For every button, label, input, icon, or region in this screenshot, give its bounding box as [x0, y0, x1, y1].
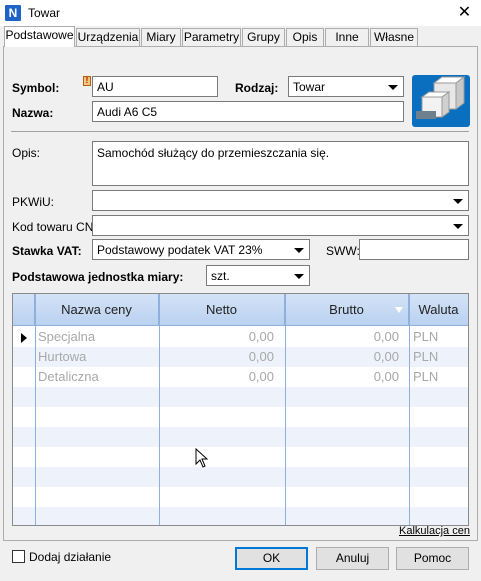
nazwa-label: Nazwa: [12, 106, 54, 120]
cell-brutto: 0,00 [373, 329, 399, 344]
cell-name: Hurtowa [38, 349, 87, 364]
product-boxes-icon [416, 76, 466, 119]
empty-row [13, 387, 468, 407]
col-header-waluta[interactable]: Waluta [409, 294, 468, 326]
pkwiu-label: PKWiU: [12, 195, 54, 209]
filter-icon[interactable] [395, 307, 403, 313]
chevron-down-icon [453, 224, 463, 229]
tab-miary[interactable]: Miary [141, 28, 181, 46]
unit-label: Podstawowa jednostka miary: [12, 270, 184, 284]
col-header-brutto[interactable]: Brutto [285, 294, 409, 326]
empty-row [13, 407, 468, 427]
cell-netto: 0,00 [248, 369, 274, 384]
column-divider [35, 294, 36, 525]
tab-inne[interactable]: Inne [325, 28, 369, 46]
separator [11, 131, 469, 132]
kalkulacja-cen-link[interactable]: Kalkulacja cen [399, 525, 470, 537]
window-title: Towar [28, 6, 61, 20]
tab-wlasne[interactable]: Własne [370, 28, 418, 46]
nazwa-input[interactable]: Audi A6 C5 [92, 101, 404, 122]
opis-textarea[interactable]: Samochód służący do przemieszczania się. [92, 141, 469, 186]
unit-select-value: szt. [211, 269, 230, 283]
cell-name: Specjalna [38, 329, 96, 344]
cell-currency: PLN [413, 329, 439, 344]
sww-label: SWW: [326, 244, 360, 258]
tab-parametry[interactable]: Parametry [182, 28, 241, 46]
cell-netto: 0,00 [248, 349, 274, 364]
cancel-button[interactable]: Anuluj [316, 547, 389, 570]
symbol-label: Symbol: [12, 81, 60, 95]
table-row[interactable]: Hurtowa 0,00 0,00 PLN [13, 347, 468, 367]
col-header-nazwa[interactable]: Nazwa ceny [35, 294, 159, 326]
tab-opis[interactable]: Opis [286, 28, 324, 46]
col-header-netto[interactable]: Netto [159, 294, 285, 326]
cell-name: Detaliczna [38, 369, 99, 384]
column-divider [285, 294, 286, 525]
empty-row [13, 467, 468, 487]
empty-row [13, 507, 468, 525]
symbol-input[interactable]: AU [92, 76, 218, 97]
table-row[interactable]: Detaliczna 0,00 0,00 PLN [13, 367, 468, 387]
cell-currency: PLN [413, 369, 439, 384]
empty-row [13, 487, 468, 507]
cell-netto: 0,00 [248, 329, 274, 344]
add-action-checkbox[interactable] [12, 550, 25, 563]
grid-header: Nazwa ceny Netto Brutto Waluta [13, 294, 468, 326]
chevron-down-icon [294, 274, 304, 279]
cell-brutto: 0,00 [373, 369, 399, 384]
mouse-cursor-icon [195, 448, 209, 468]
rodzaj-select[interactable]: Towar [288, 76, 404, 97]
empty-row [13, 447, 468, 467]
app-logo-icon: N [5, 5, 21, 21]
vat-select-value: Podstawowy podatek VAT 23% [97, 243, 263, 257]
tab-grupy[interactable]: Grupy [242, 28, 285, 46]
ok-button[interactable]: OK [235, 547, 308, 570]
empty-row [13, 427, 468, 447]
add-action-label[interactable]: Dodaj działanie [29, 550, 111, 564]
title-bar: N Towar ✕ [0, 0, 481, 26]
table-row[interactable]: Specjalna 0,00 0,00 PLN [13, 327, 468, 347]
cn-label: Kod towaru CN: [12, 220, 97, 234]
cn-select[interactable] [92, 215, 469, 236]
sww-input[interactable] [359, 239, 469, 260]
warning-icon: ! [83, 76, 91, 86]
tab-urzadzenia[interactable]: Urządzenia [76, 28, 140, 46]
chevron-down-icon [388, 85, 398, 90]
price-grid[interactable]: Nazwa ceny Netto Brutto Waluta Specjalna… [12, 293, 469, 526]
help-button[interactable]: Pomoc [396, 547, 469, 570]
row-header-corner [13, 294, 35, 326]
tab-podstawowe[interactable]: Podstawowe [4, 26, 75, 47]
opis-label: Opis: [12, 146, 41, 160]
chevron-down-icon [453, 199, 463, 204]
vat-label: Stawka VAT: [12, 244, 82, 258]
product-image[interactable] [412, 75, 470, 127]
rodzaj-label: Rodzaj: [235, 81, 279, 95]
vat-select[interactable]: Podstawowy podatek VAT 23% [92, 239, 310, 260]
column-divider [159, 294, 160, 525]
chevron-down-icon [294, 248, 304, 253]
cell-brutto: 0,00 [373, 349, 399, 364]
close-icon[interactable]: ✕ [448, 0, 481, 26]
pkwiu-select[interactable] [92, 190, 469, 211]
cell-currency: PLN [413, 349, 439, 364]
unit-select[interactable]: szt. [206, 265, 310, 286]
rodzaj-select-value: Towar [293, 80, 326, 94]
column-divider [409, 294, 410, 525]
current-row-icon [21, 333, 27, 343]
